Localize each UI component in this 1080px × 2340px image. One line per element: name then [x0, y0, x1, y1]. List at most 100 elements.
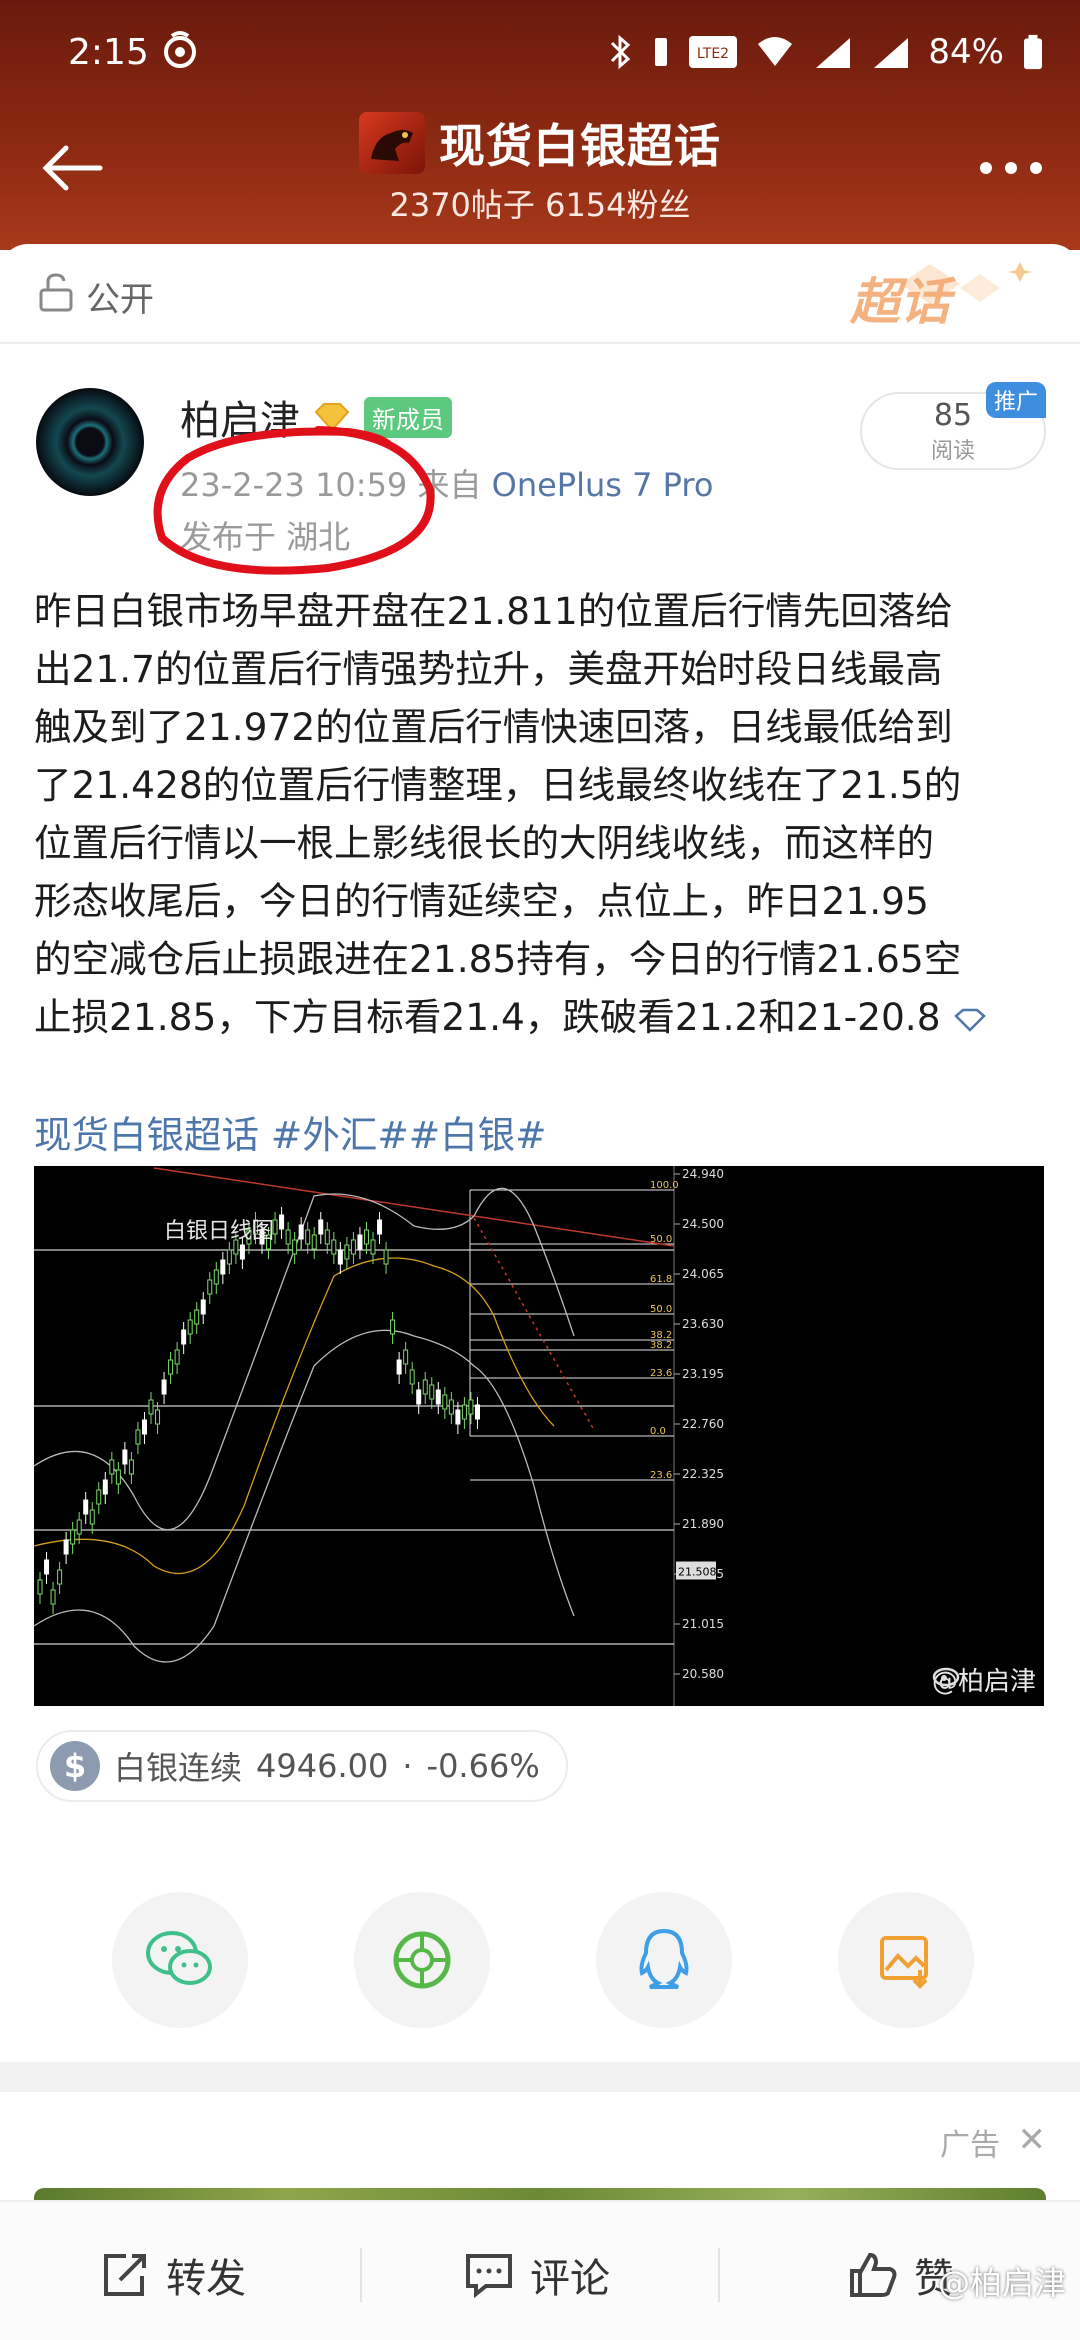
candle-body [357, 1234, 363, 1250]
comment-button[interactable]: 评论 [464, 2246, 610, 2304]
qq-icon [639, 1928, 689, 1989]
candle-body [76, 1519, 82, 1535]
dollar-icon: $ [50, 1741, 100, 1791]
price-tick-label: 24.940 [682, 1167, 724, 1181]
post-body-line: 形态收尾后，今日的行情延续空，点位上，昨日21.95 [34, 879, 929, 923]
candle-body [337, 1249, 343, 1265]
candle-body [128, 1459, 134, 1475]
post-body-line: 位置后行情以一根上影线很长的大阴线收线，而这样的 [34, 821, 934, 865]
upper-band-line [34, 1187, 575, 1531]
candle-body [363, 1229, 369, 1245]
candle-body [377, 1219, 383, 1235]
candle-body [285, 1229, 291, 1245]
topic-tags[interactable]: 现货白银超话 #外汇##白银# [34, 1104, 547, 1159]
fib-label: 100.0 [650, 1180, 679, 1191]
price-tick-label: 22.325 [682, 1467, 724, 1481]
red-hand-drawn-circle [153, 426, 435, 575]
save-image-icon [880, 1936, 928, 1989]
battery-icon [1024, 34, 1042, 70]
candle-body [468, 1399, 474, 1415]
price-tick-label: 20.580 [682, 1667, 724, 1681]
candle-body [318, 1219, 324, 1235]
close-ad-icon[interactable]: ✕ [1018, 2120, 1047, 2160]
weibo-logo-icon [932, 1667, 960, 1687]
diamond-icon [953, 1008, 986, 1032]
wechat-icon [146, 1931, 212, 1985]
post-body: 昨日白银市场早盘开盘在21.811的位置后行情先回落给 出21.7的位置后行情强… [34, 582, 1049, 1046]
save-image-button[interactable] [838, 1892, 974, 2028]
share-wechat-button[interactable] [112, 1892, 248, 2028]
candle-body [155, 1409, 161, 1425]
chart-title: 白银日线图 [164, 1219, 274, 1244]
unlock-icon [39, 273, 73, 312]
candle-body [37, 1579, 43, 1595]
candle-body [448, 1399, 454, 1415]
candle-body [350, 1239, 356, 1255]
candle-body [83, 1499, 89, 1515]
author-avatar[interactable] [36, 388, 144, 496]
ticker-sep: · [402, 1747, 413, 1785]
ticker-name: 白银连续 [114, 1749, 243, 1787]
divider [0, 342, 1080, 344]
candle-body [135, 1429, 141, 1445]
candle-body [390, 1319, 396, 1335]
candle-body [416, 1389, 422, 1405]
source-device[interactable]: OnePlus 7 Pro [492, 466, 714, 504]
candle-body [161, 1379, 167, 1395]
svg-text:LTE2: LTE2 [697, 46, 729, 62]
candle-body [174, 1349, 180, 1365]
candle-body [422, 1379, 428, 1395]
price-tick-label: 23.195 [682, 1367, 724, 1381]
candle-body [168, 1359, 174, 1375]
candle-body [96, 1489, 102, 1505]
candle-body [324, 1229, 330, 1245]
silver-daily-chart[interactable]: 24.940 24.500 24.065 23.630 23.195 22.760 22.3… [34, 1166, 1044, 1706]
candle-body [461, 1404, 467, 1420]
promo-badge[interactable]: 推广 [985, 382, 1046, 418]
candle-body [122, 1449, 128, 1465]
repost-button[interactable]: 转发 [100, 2246, 246, 2304]
fib-label: 0.0 [650, 1426, 666, 1437]
candle-body [474, 1404, 480, 1420]
topic-title-block[interactable]: 现货白银超话 2370帖子 6154粉丝 [0, 110, 1080, 226]
post-body-line: 出21.7的位置后行情强势拉升，美盘开始时段日线最高 [34, 647, 943, 691]
candle-body [344, 1244, 350, 1260]
candle-body [239, 1244, 245, 1260]
ad-header: 广告 ✕ [0, 2092, 1080, 2202]
candle-body [455, 1409, 461, 1425]
candle-body [435, 1389, 441, 1405]
candle-body [409, 1369, 415, 1385]
candle-body [220, 1259, 226, 1275]
visibility-label: 公开 [86, 280, 154, 320]
candle-body [207, 1279, 213, 1295]
share-moments-button[interactable] [354, 1892, 490, 2028]
post-body-line: 昨日白银市场早盘开盘在21.811的位置后行情先回落给 [34, 589, 953, 633]
price-tick-label: 22.760 [682, 1417, 724, 1431]
current-price-label: 21.508 [678, 1566, 717, 1579]
ad-label: 广告 [940, 2128, 1000, 2163]
top-header: 2:15 LTE2 84% 现货白银超话 2370帖子 6154粉丝 [0, 0, 1080, 250]
fib-label: 38.2 [650, 1340, 672, 1351]
supertopic-brand: 超话 [850, 273, 950, 331]
bottom-action-bar: 转发 评论 赞 @柏启津 [0, 2200, 1080, 2340]
candle-body [44, 1559, 50, 1575]
candle-body [311, 1234, 317, 1250]
candle-body [181, 1329, 187, 1345]
share-qq-button[interactable] [596, 1892, 732, 2028]
divider [360, 2248, 362, 2302]
candle-body [383, 1249, 389, 1265]
visibility-row: 公开 超话 [0, 244, 1080, 344]
signal-icon-2 [874, 38, 909, 68]
candle-body [50, 1589, 56, 1605]
candle-body [89, 1509, 95, 1525]
candle-body [70, 1529, 76, 1545]
price-tick-label: 24.065 [682, 1267, 724, 1281]
ticker-chip[interactable]: $ 白银连续 4946.00 · -0.66% [36, 1730, 568, 1802]
page-title: 现货白银超话 [439, 119, 721, 173]
post-body-line: 止损21.85，下方目标看21.4，跌破看21.2和21-20.8 [34, 988, 1049, 1046]
comment-label: 评论 [530, 2256, 610, 2302]
more-options-icon[interactable] [976, 158, 1046, 178]
wifi-icon [758, 37, 793, 66]
fib-label: 23.6 [650, 1368, 672, 1379]
candle-body [213, 1269, 219, 1285]
